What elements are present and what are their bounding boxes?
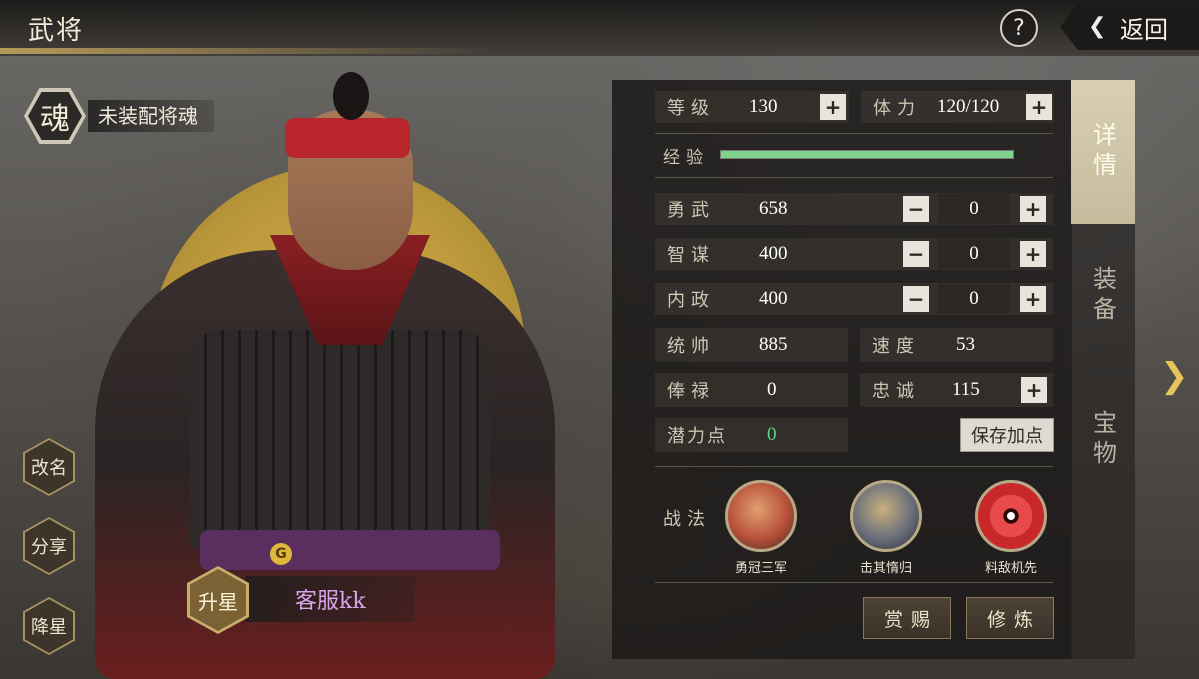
level-value: 130 [749,96,778,117]
divider [655,133,1053,134]
back-label: 返回 [1120,15,1168,44]
tab-details[interactable]: 详情 [1071,80,1135,224]
tab-equipment[interactable]: 装备 [1071,224,1135,368]
tab-treasure-label: 宝物 [1088,410,1117,470]
save-points-button[interactable]: 保存加点 [960,418,1054,452]
politics-minus-button[interactable]: − [903,286,929,312]
command-label: 统帅 [667,336,715,357]
speed-label: 速度 [872,336,920,357]
potential-value: 0 [767,424,777,445]
valor-label: 勇武 [667,200,715,221]
page-title: 武将 [28,16,85,46]
level-label: 等级 [667,98,715,119]
back-button[interactable]: ❮ 返回 [1060,4,1199,50]
skill-name: 料敌机先 [984,561,1037,576]
soul-icon: 魂 [28,92,82,140]
top-bar: 武将 ? ❮ 返回 [0,0,1199,56]
general-sash [200,530,500,570]
general-topknot [333,72,369,120]
salary-row: 俸禄 0 [655,373,848,407]
side-tabs: 详情 装备 宝物 [1071,80,1135,659]
command-row: 统帅 885 [655,328,848,362]
command-value: 885 [759,334,788,355]
general-name-plate: 客服kk [245,576,415,622]
loyalty-plus-button[interactable]: + [1021,377,1047,403]
speed-row: 速度 53 [860,328,1053,362]
tab-treasure[interactable]: 宝物 [1071,368,1135,512]
skills-label: 战法 [663,509,711,530]
soul-status: 未装配将魂 [88,100,214,132]
skill-icon-strike[interactable] [850,480,922,552]
stamina-value: 120/120 [937,96,1000,117]
loyalty-value: 115 [952,379,980,400]
stamina-label: 体力 [873,98,921,119]
tab-equipment-label: 装备 [1088,266,1117,326]
rename-label: 改名 [25,440,73,494]
title-underline [0,48,500,54]
valor-minus-button[interactable]: − [903,196,929,222]
exp-bar [720,150,1014,159]
speed-value: 53 [956,334,975,355]
potential-row: 潜力点 0 [655,418,848,452]
next-arrow-icon[interactable]: ❯ [1160,356,1189,396]
potential-label: 潜力点 [667,426,727,447]
general-name: 客服kk [295,589,366,614]
star-down-label: 降星 [25,599,73,653]
salary-value: 0 [767,379,777,400]
skill-icon-valor[interactable] [725,480,797,552]
divider [655,177,1053,178]
exp-fill [721,151,1013,158]
general-armor [190,330,490,550]
exp-label: 经验 [663,148,709,168]
skill-name: 击其惰归 [859,561,912,576]
tab-details-label: 详情 [1088,122,1117,182]
intellect-alloc-input[interactable]: 0 [938,239,1010,269]
politics-label: 内政 [667,290,715,311]
intellect-label: 智谋 [667,245,715,266]
salary-label: 俸禄 [667,381,715,402]
valor-plus-button[interactable]: + [1020,196,1046,222]
skill-name: 勇冠三军 [734,561,787,576]
train-button[interactable]: 修炼 [966,597,1054,639]
intellect-value: 400 [759,243,788,264]
loyalty-label: 忠诚 [872,381,920,402]
back-arrow-icon: ❮ [1088,14,1107,39]
valor-value: 658 [759,198,788,219]
politics-value: 400 [759,288,788,309]
divider [655,582,1053,583]
share-label: 分享 [25,519,73,573]
politics-alloc-input[interactable]: 0 [938,284,1010,314]
stamina-plus-button[interactable]: + [1026,94,1052,120]
help-button[interactable]: ? [1000,9,1038,47]
intellect-plus-button[interactable]: + [1020,241,1046,267]
rarity-icon: G [270,543,292,565]
valor-alloc-input[interactable]: 0 [938,194,1010,224]
skill-icon-foresight[interactable] [975,480,1047,552]
intellect-minus-button[interactable]: − [903,241,929,267]
reward-button[interactable]: 赏赐 [863,597,951,639]
general-headband [285,118,410,158]
level-plus-button[interactable]: + [820,94,846,120]
politics-plus-button[interactable]: + [1020,286,1046,312]
divider [655,466,1053,467]
star-up-label: 升星 [190,569,246,631]
